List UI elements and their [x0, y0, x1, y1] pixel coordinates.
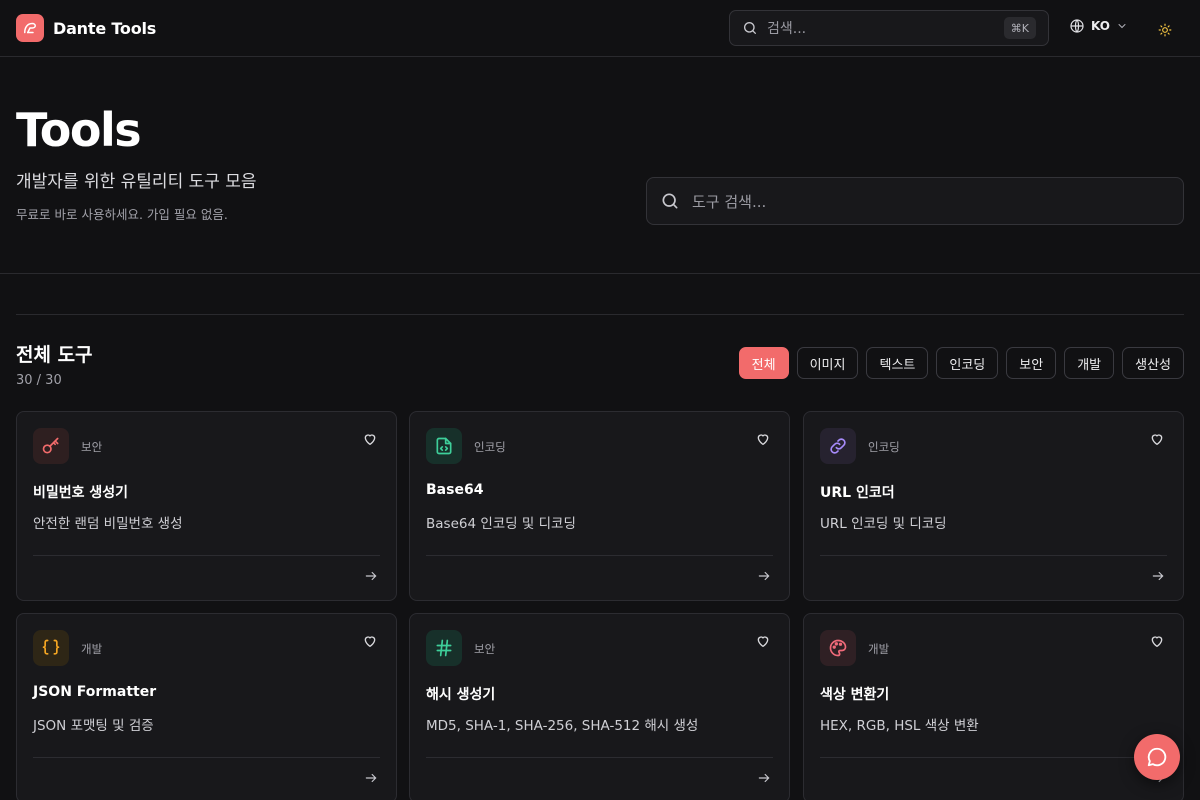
- chat-support-button[interactable]: [1134, 734, 1180, 780]
- link-icon: [820, 428, 856, 464]
- tool-name: JSON Formatter: [33, 684, 157, 700]
- language-selector[interactable]: KO: [1069, 18, 1128, 34]
- tool-count: 30 / 30: [16, 373, 62, 388]
- hash-icon: [426, 630, 462, 666]
- heart-icon[interactable]: [1149, 431, 1165, 447]
- arrow-right-icon[interactable]: [1151, 569, 1165, 583]
- card-divider: [33, 555, 380, 556]
- arrow-right-icon[interactable]: [364, 569, 378, 583]
- section-divider: [16, 314, 1184, 315]
- tool-search-input[interactable]: 도구 검색...: [646, 177, 1184, 225]
- card-divider: [820, 555, 1167, 556]
- top-navigation-bar: Dante Tools 검색... ⌘K KO: [0, 0, 1200, 57]
- filter-chip-text[interactable]: 텍스트: [866, 347, 929, 379]
- brand-logo-icon: [16, 14, 44, 42]
- tool-card-json-formatter[interactable]: 개발 JSON Formatter JSON 포맷팅 및 검증: [16, 613, 397, 800]
- tool-card-base64[interactable]: 인코딩 Base64 Base64 인코딩 및 디코딩: [409, 411, 790, 601]
- tool-card-password-generator[interactable]: 보안 비밀번호 생성기 안전한 랜덤 비밀번호 생성: [16, 411, 397, 601]
- tool-category: 보안: [81, 440, 103, 454]
- brand-link[interactable]: Dante Tools: [16, 14, 156, 42]
- search-icon: [662, 193, 678, 209]
- tool-name: URL 인코더: [820, 485, 895, 501]
- language-label: KO: [1091, 19, 1110, 33]
- heart-icon[interactable]: [755, 431, 771, 447]
- tool-description: Base64 인코딩 및 디코딩: [426, 516, 576, 532]
- arrow-right-icon[interactable]: [757, 771, 771, 785]
- tool-description: URL 인코딩 및 디코딩: [820, 516, 947, 532]
- tool-card-color-converter[interactable]: 개발 색상 변환기 HEX, RGB, HSL 색상 변환: [803, 613, 1184, 800]
- heart-icon[interactable]: [362, 431, 378, 447]
- card-divider: [820, 757, 1167, 758]
- chat-bubble-icon: [1147, 747, 1167, 767]
- globe-icon: [1070, 19, 1084, 33]
- card-divider: [426, 757, 773, 758]
- tool-description: MD5, SHA-1, SHA-256, SHA-512 해시 생성: [426, 718, 699, 734]
- braces-icon: [33, 630, 69, 666]
- sun-icon: [1158, 23, 1172, 37]
- category-filter-bar: 전체 이미지 텍스트 인코딩 보안 개발 생산성: [738, 347, 1184, 379]
- filter-chip-image[interactable]: 이미지: [796, 347, 859, 379]
- tool-category: 인코딩: [868, 440, 900, 454]
- page-note: 무료로 바로 사용하세요. 가입 필요 없음.: [16, 207, 228, 222]
- global-search-placeholder: 검색...: [767, 21, 807, 37]
- filter-chip-productivity[interactable]: 생산성: [1122, 347, 1184, 379]
- tool-category: 보안: [474, 642, 496, 656]
- chevron-down-icon: [1118, 24, 1126, 29]
- global-search-input[interactable]: 검색... ⌘K: [729, 10, 1049, 46]
- page-title: Tools: [16, 103, 142, 157]
- heart-icon[interactable]: [1149, 633, 1165, 649]
- arrow-right-icon[interactable]: [364, 771, 378, 785]
- theme-toggle-button[interactable]: [1158, 22, 1172, 37]
- tool-search-placeholder: 도구 검색...: [692, 192, 767, 211]
- tool-name: 색상 변환기: [820, 687, 890, 703]
- tool-description: 안전한 랜덤 비밀번호 생성: [33, 516, 183, 532]
- arrow-right-icon[interactable]: [757, 569, 771, 583]
- card-divider: [33, 757, 380, 758]
- card-divider: [426, 555, 773, 556]
- filter-chip-encoding[interactable]: 인코딩: [936, 347, 999, 379]
- tool-name: Base64: [426, 482, 484, 498]
- tool-description: HEX, RGB, HSL 색상 변환: [820, 718, 979, 734]
- key-icon: [33, 428, 69, 464]
- palette-icon: [820, 630, 856, 666]
- tool-category: 인코딩: [474, 440, 506, 454]
- search-icon: [744, 22, 756, 34]
- tool-name: 해시 생성기: [426, 687, 496, 703]
- filter-chip-dev[interactable]: 개발: [1064, 347, 1115, 379]
- section-title: 전체 도구: [16, 344, 93, 366]
- heart-icon[interactable]: [362, 633, 378, 649]
- search-shortcut-badge: ⌘K: [1003, 17, 1036, 39]
- tool-description: JSON 포맷팅 및 검증: [33, 718, 154, 734]
- tool-name: 비밀번호 생성기: [33, 485, 129, 501]
- tool-category: 개발: [868, 642, 890, 656]
- tool-card-hash-generator[interactable]: 보안 해시 생성기 MD5, SHA-1, SHA-256, SHA-512 해…: [409, 613, 790, 800]
- file-code-icon: [426, 428, 462, 464]
- tool-category: 개발: [81, 642, 103, 656]
- heart-icon[interactable]: [755, 633, 771, 649]
- filter-chip-all[interactable]: 전체: [738, 347, 789, 379]
- filter-chip-security[interactable]: 보안: [1006, 347, 1057, 379]
- page-subtitle: 개발자를 위한 유틸리티 도구 모음: [16, 172, 257, 192]
- hero-section: Tools 개발자를 위한 유틸리티 도구 모음 무료로 바로 사용하세요. 가…: [0, 57, 1200, 274]
- brand-name: Dante Tools: [53, 18, 157, 38]
- tool-card-url-encoder[interactable]: 인코딩 URL 인코더 URL 인코딩 및 디코딩: [803, 411, 1184, 601]
